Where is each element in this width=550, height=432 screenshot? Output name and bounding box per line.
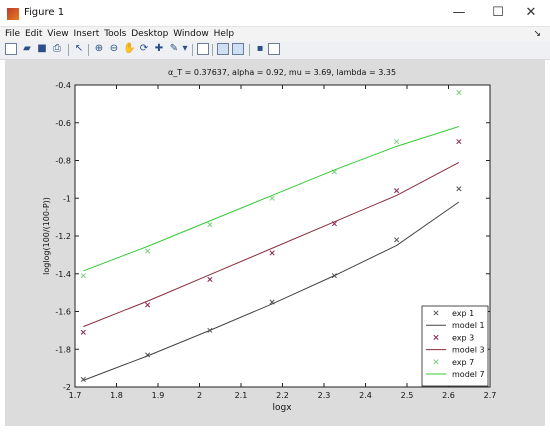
close-button[interactable]: ✕ xyxy=(517,4,545,22)
title-bar: Figure 1 — ☐ ✕ xyxy=(0,0,550,27)
zoom-out-icon[interactable]: ⊖ xyxy=(108,43,120,55)
y-tick-label: -0.8 xyxy=(55,157,71,166)
brush-dropdown-icon[interactable]: ▾ xyxy=(181,43,189,55)
x-tick-label: 2.2 xyxy=(276,391,289,400)
menu-overflow-icon[interactable]: ↘ xyxy=(532,27,542,41)
y-tick-label: -0.6 xyxy=(55,119,71,128)
menu-file[interactable]: File xyxy=(4,27,21,41)
y-axis-label: loglog(100/(100-P)) xyxy=(42,197,51,275)
menu-insert[interactable]: Insert xyxy=(72,27,100,41)
x-tick-label: 2 xyxy=(197,391,202,400)
link-plot-icon[interactable] xyxy=(197,43,209,55)
pan-icon[interactable]: ✋ xyxy=(123,43,135,55)
colorbar-icon[interactable] xyxy=(217,43,229,55)
menu-view[interactable]: View xyxy=(46,27,69,41)
x-tick-label: 1.7 xyxy=(69,391,82,400)
legend-entry-label: model 7 xyxy=(452,370,485,379)
x-tick-label: 1.9 xyxy=(152,391,165,400)
save-icon[interactable]: ■ xyxy=(36,43,48,55)
rotate-icon[interactable]: ⟳ xyxy=(138,43,150,55)
menu-edit[interactable]: Edit xyxy=(24,27,43,41)
y-tick-label: -1.4 xyxy=(55,270,71,279)
legend: exp 1 model 1 exp 3 model 3 exp 7 model 7 xyxy=(421,305,489,387)
y-tick-label: -1.6 xyxy=(55,308,71,317)
y-tick-label: -1 xyxy=(63,194,71,203)
x-tick-label: 2.6 xyxy=(442,391,455,400)
y-tick-label: -2 xyxy=(63,383,71,392)
menu-help[interactable]: Help xyxy=(213,27,236,41)
x-tick-label: 2.3 xyxy=(318,391,331,400)
zoom-in-icon[interactable]: ⊕ xyxy=(93,43,105,55)
y-tick-label: -1.8 xyxy=(55,345,71,354)
legend-entry-label: exp 7 xyxy=(452,358,474,367)
print-icon[interactable]: ⎙ xyxy=(51,43,63,55)
new-figure-icon[interactable] xyxy=(5,43,17,55)
x-tick-label: 1.8 xyxy=(110,391,123,400)
pointer-icon[interactable]: ↖ xyxy=(73,43,85,55)
matlab-figure-icon xyxy=(7,8,19,20)
menu-tools[interactable]: Tools xyxy=(103,27,127,41)
menu-desktop[interactable]: Desktop xyxy=(130,27,169,41)
legend-icon[interactable] xyxy=(232,43,244,55)
x-axis-label: logx xyxy=(272,403,292,413)
legend-entry-label: model 3 xyxy=(452,346,485,355)
legend-entry-label: model 1 xyxy=(452,321,485,330)
x-tick-label: 2.5 xyxy=(401,391,414,400)
window-title: Figure 1 xyxy=(24,7,65,18)
y-tick-label: -0.4 xyxy=(55,81,71,90)
y-tick-label: -1.2 xyxy=(55,232,71,241)
legend-entry-label: exp 3 xyxy=(452,333,474,342)
x-tick-label: 2.7 xyxy=(484,391,497,400)
menu-bar: File Edit View Insert Tools Desktop Wind… xyxy=(0,27,550,41)
maximize-button[interactable]: ☐ xyxy=(484,4,512,22)
open-icon[interactable]: ▰ xyxy=(21,43,33,55)
x-tick-label: 2.4 xyxy=(359,391,372,400)
menu-window[interactable]: Window xyxy=(172,27,210,41)
x-tick-label: 2.1 xyxy=(235,391,248,400)
hide-plot-tools-icon[interactable]: ▪ xyxy=(254,43,266,55)
figure-toolbar: ▰ ■ ⎙ ↖ ⊕ ⊖ ✋ ⟳ ✚ ✎ ▾ ▪ xyxy=(0,41,550,60)
plot-title: α_T = 0.37637, alpha = 0.92, mu = 3.69, … xyxy=(168,68,396,77)
data-cursor-icon[interactable]: ✚ xyxy=(153,43,165,55)
brush-icon[interactable]: ✎ xyxy=(168,43,180,55)
show-plot-tools-icon[interactable] xyxy=(268,43,280,55)
legend-entry-label: exp 1 xyxy=(452,309,474,318)
figure-canvas: α_T = 0.37637, alpha = 0.92, mu = 3.69, … xyxy=(5,60,545,426)
minimize-button[interactable]: — xyxy=(445,4,473,22)
plot-svg: α_T = 0.37637, alpha = 0.92, mu = 3.69, … xyxy=(42,68,497,413)
